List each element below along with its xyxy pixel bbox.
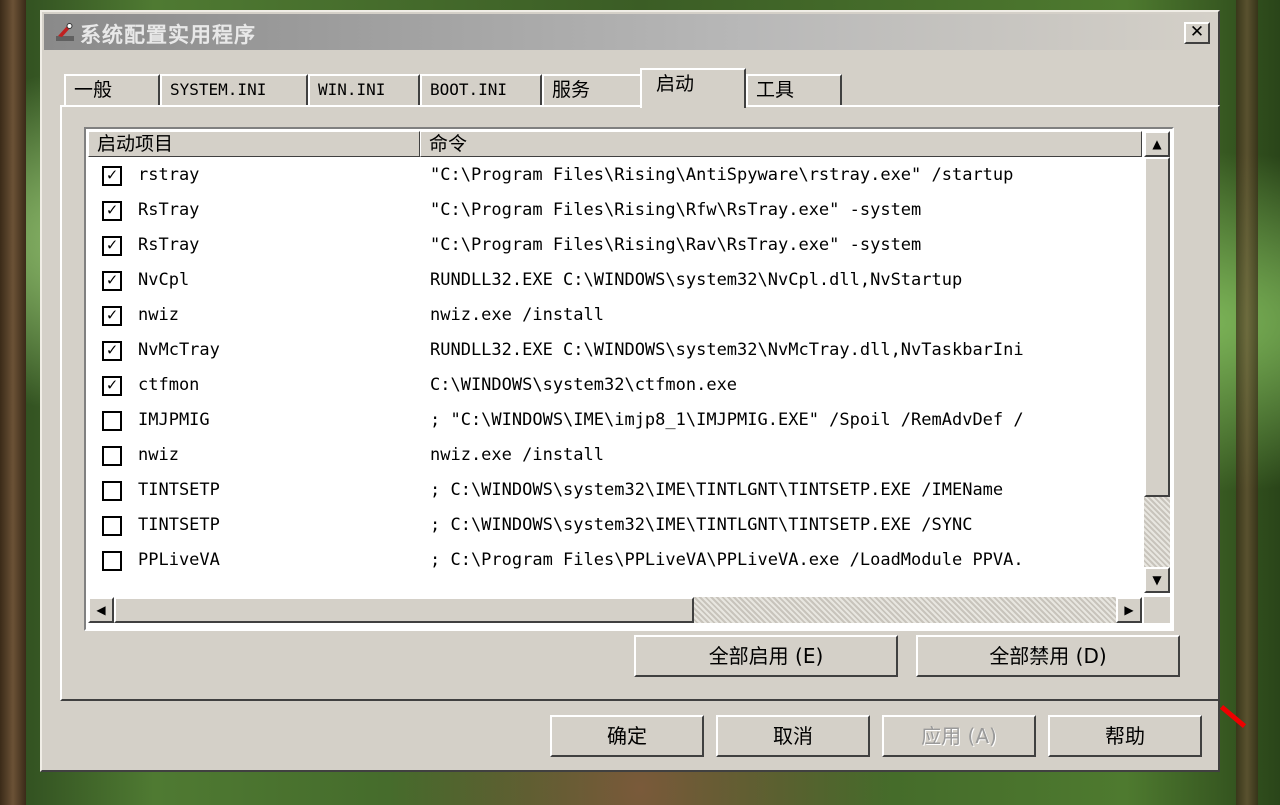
startup-item-name: RsTray [138, 200, 200, 220]
list-item[interactable]: TINTSETP ; C:\WINDOWS\system32\IME\TINTLG… [88, 474, 1142, 509]
desktop-tree-trunk [0, 0, 26, 805]
title-bar[interactable]: 系统配置实用程序 ✕ [44, 14, 1216, 50]
startup-item-command: nwiz.exe /install [430, 445, 604, 465]
horizontal-scrollbar[interactable]: ◀ ▶ [88, 597, 1142, 623]
startup-item-name: IMJPMIG [138, 410, 210, 430]
column-header-command[interactable]: 命令 [420, 131, 1142, 157]
startup-item-command: RUNDLL32.EXE C:\WINDOWS\system32\NvMcTra… [430, 340, 1024, 360]
startup-item-checkbox[interactable]: ✓ [102, 201, 122, 221]
scroll-up-button[interactable]: ▲ [1144, 131, 1170, 157]
list-rows: ✓ rstray "C:\Program Files\Rising\AntiSpyw… [88, 159, 1142, 589]
startup-item-checkbox[interactable]: ✓ [102, 271, 122, 291]
tab-startup[interactable]: 启动 [640, 68, 746, 108]
ok-button[interactable]: 确定 [550, 715, 704, 757]
startup-item-name: NvMcTray [138, 340, 220, 360]
column-header-startup-item[interactable]: 启动项目 [88, 131, 420, 157]
close-button[interactable]: ✕ [1184, 22, 1210, 44]
startup-list[interactable]: 启动项目 命令 ✓ rstray "C:\Program Files\Rising\… [84, 127, 1174, 631]
startup-item-name: RsTray [138, 235, 200, 255]
apply-button[interactable]: 应用 (A) [882, 715, 1036, 757]
startup-item-command: ; C:\WINDOWS\system32\IME\TINTLGNT\TINTS… [430, 480, 1004, 500]
list-item[interactable]: ✓ nwiz nwiz.exe /install [88, 299, 1142, 334]
scroll-down-button[interactable]: ▼ [1144, 567, 1170, 593]
tab-tools[interactable]: 工具 [746, 74, 842, 106]
msconfig-icon [56, 23, 74, 41]
startup-item-checkbox[interactable] [102, 516, 122, 536]
startup-item-name: ctfmon [138, 375, 200, 395]
horizontal-scroll-thumb[interactable] [114, 597, 694, 623]
vertical-scrollbar[interactable]: ▲ ▼ [1144, 131, 1170, 593]
startup-item-checkbox[interactable] [102, 551, 122, 571]
startup-item-name: TINTSETP [138, 515, 220, 535]
startup-item-name: TINTSETP [138, 480, 220, 500]
startup-item-command: ; C:\Program Files\PPLiveVA\PPLiveVA.exe… [430, 550, 1024, 570]
tab-system-ini[interactable]: SYSTEM.INI [160, 74, 308, 106]
vertical-scroll-thumb[interactable] [1144, 157, 1170, 497]
startup-item-checkbox[interactable]: ✓ [102, 166, 122, 186]
startup-item-name: PPLiveVA [138, 550, 220, 570]
list-item[interactable]: ✓ RsTray "C:\Program Files\Rising\Rav\RsTr… [88, 229, 1142, 264]
list-item[interactable]: ✓ RsTray "C:\Program Files\Rising\Rfw\RsTr… [88, 194, 1142, 229]
tab-boot-ini[interactable]: BOOT.INI [420, 74, 542, 106]
startup-item-name: nwiz [138, 445, 179, 465]
list-item[interactable]: IMJPMIG ; "C:\WINDOWS\IME\imjp8_1\IMJPMIG… [88, 404, 1142, 439]
tab-services[interactable]: 服务 [542, 74, 642, 106]
startup-item-checkbox[interactable]: ✓ [102, 341, 122, 361]
tab-win-ini[interactable]: WIN.INI [308, 74, 420, 106]
list-item[interactable]: TINTSETP ; C:\WINDOWS\system32\IME\TINTLG… [88, 509, 1142, 544]
startup-item-command: C:\WINDOWS\system32\ctfmon.exe [430, 375, 738, 395]
startup-item-checkbox[interactable] [102, 411, 122, 431]
desktop-tree-trunk [1236, 0, 1258, 805]
window-title: 系统配置实用程序 [80, 23, 256, 47]
list-item[interactable]: ✓ rstray "C:\Program Files\Rising\AntiSpyw… [88, 159, 1142, 194]
list-item[interactable]: ✓ ctfmon C:\WINDOWS\system32\ctfmon.exe [88, 369, 1142, 404]
startup-item-checkbox[interactable]: ✓ [102, 236, 122, 256]
list-item[interactable]: PPLiveVA ; C:\Program Files\PPLiveVA\PPLi… [88, 544, 1142, 579]
startup-item-name: rstray [138, 165, 200, 185]
startup-item-command: "C:\Program Files\Rising\AntiSpyware\rst… [430, 165, 1014, 185]
list-item[interactable]: nwiz nwiz.exe /install [88, 439, 1142, 474]
startup-item-command: "C:\Program Files\Rising\Rfw\RsTray.exe"… [430, 200, 922, 220]
startup-item-command: nwiz.exe /install [430, 305, 604, 325]
tab-general[interactable]: 一般 [64, 74, 160, 106]
startup-item-name: NvCpl [138, 270, 190, 290]
startup-item-command: RUNDLL32.EXE C:\WINDOWS\system32\NvCpl.d… [430, 270, 963, 290]
msconfig-window: 系统配置实用程序 ✕ 一般 SYSTEM.INI WIN.INI BOOT.IN… [40, 10, 1220, 772]
startup-item-checkbox[interactable]: ✓ [102, 376, 122, 396]
startup-item-name: nwiz [138, 305, 179, 325]
scroll-right-button[interactable]: ▶ [1116, 597, 1142, 623]
startup-item-checkbox[interactable] [102, 481, 122, 501]
cancel-button[interactable]: 取消 [716, 715, 870, 757]
enable-all-button[interactable]: 全部启用 (E) [634, 635, 898, 677]
scrollbar-corner [1144, 597, 1170, 623]
startup-item-command: "C:\Program Files\Rising\Rav\RsTray.exe"… [430, 235, 922, 255]
disable-all-button[interactable]: 全部禁用 (D) [916, 635, 1180, 677]
startup-item-command: ; C:\WINDOWS\system32\IME\TINTLGNT\TINTS… [430, 515, 973, 535]
scroll-left-button[interactable]: ◀ [88, 597, 114, 623]
help-button[interactable]: 帮助 [1048, 715, 1202, 757]
list-item[interactable]: ✓ NvMcTray RUNDLL32.EXE C:\WINDOWS\system3… [88, 334, 1142, 369]
list-item[interactable]: ✓ NvCpl RUNDLL32.EXE C:\WINDOWS\system32\N… [88, 264, 1142, 299]
startup-item-checkbox[interactable] [102, 446, 122, 466]
list-header: 启动项目 命令 [88, 131, 1142, 157]
startup-item-checkbox[interactable]: ✓ [102, 306, 122, 326]
startup-item-command: ; "C:\WINDOWS\IME\imjp8_1\IMJPMIG.EXE" /… [430, 410, 1024, 430]
